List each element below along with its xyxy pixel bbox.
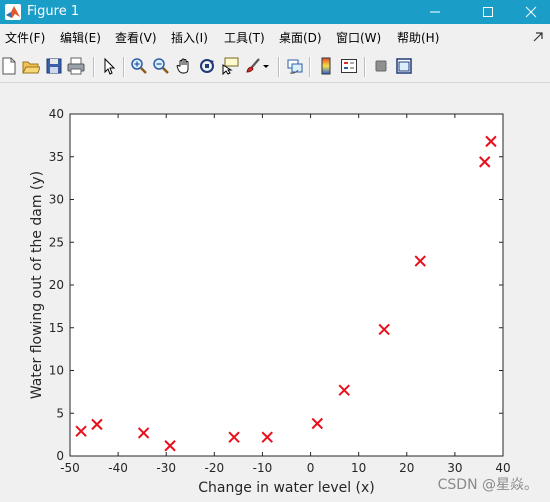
menu-tools[interactable]: 工具(T) [224,30,265,46]
colorbar-icon[interactable] [317,57,335,75]
x-tick-label: 0 [307,461,315,475]
window-title: Figure 1 [27,4,80,19]
zoom-in-icon[interactable] [130,57,148,75]
rotate-3d-icon[interactable] [198,57,216,75]
axes-box [69,113,504,457]
x-tick-label: 10 [351,461,366,475]
x-tick-label: 20 [399,461,414,475]
figure-canvas[interactable]: -50 -40 -30 -20 -10 0 10 20 30 40 0 5 10 15 20 25 30 35 4… [0,83,550,502]
hide-plot-tools-icon[interactable] [372,57,390,75]
maximize-button[interactable] [465,0,511,24]
menu-desktop[interactable]: 桌面(D) [279,30,322,46]
close-icon [525,6,537,18]
toolbar [0,52,550,83]
data-cursor-icon[interactable] [221,57,239,75]
x-tick-label: -20 [205,461,225,475]
watermark: CSDN @星焱。 [437,477,538,493]
menu-bar: 文件(F) 编辑(E) 查看(V) 插入(I) 工具(T) 桌面(D) 窗口(W… [0,24,550,52]
menu-help[interactable]: 帮助(H) [397,30,439,46]
menu-view[interactable]: 查看(V) [115,30,157,46]
y-tick-label: 15 [49,321,64,335]
zoom-out-icon[interactable] [152,57,170,75]
menu-insert[interactable]: 插入(I) [171,30,208,46]
y-tick-label: 40 [49,107,64,121]
pointer-icon[interactable] [100,57,118,75]
toolbar-separator [309,57,310,77]
x-tick-label: -40 [108,461,128,475]
menu-window[interactable]: 窗口(W) [336,30,381,46]
x-tick-label: 40 [495,461,510,475]
print-icon[interactable] [67,57,85,75]
y-tick-label: 30 [49,193,64,207]
toolbar-separator [93,57,94,77]
legend-icon[interactable] [340,57,358,75]
close-button[interactable] [508,0,550,24]
y-tick-label: 20 [49,278,64,292]
y-tick-label: 35 [49,150,64,164]
brush-icon[interactable] [244,57,262,75]
y-tick-label: 5 [56,406,64,420]
y-tick-label: 0 [56,449,64,463]
title-bar[interactable]: Figure 1 [0,0,550,24]
pan-hand-icon[interactable] [175,57,193,75]
maximize-icon [483,7,493,17]
x-tick-label: -10 [253,461,273,475]
save-icon[interactable] [45,57,63,75]
y-tick-label: 25 [49,235,64,249]
toolbar-separator [123,57,124,77]
menu-file[interactable]: 文件(F) [5,30,45,46]
x-axis-label: Change in water level (x) [198,480,375,496]
link-plot-icon[interactable] [286,57,304,75]
minimize-icon [430,11,440,13]
scatter-plot[interactable]: -50 -40 -30 -20 -10 0 10 20 30 40 0 5 10 15 20 25 30 35 4… [0,83,550,502]
x-tick-label: -30 [156,461,176,475]
matlab-logo-icon [5,4,21,20]
x-tick-label: -50 [60,461,80,475]
y-tick-label: 10 [49,364,64,378]
new-figure-icon[interactable] [0,57,18,75]
show-plot-tools-icon[interactable] [395,57,413,75]
toolbar-separator [364,57,365,77]
x-tick-label: 30 [447,461,462,475]
minimize-button[interactable] [412,0,458,24]
y-axis-label: Water flowing out of the dam (y) [29,171,45,399]
open-file-icon[interactable] [22,57,40,75]
toolbar-separator [278,57,279,77]
menu-edit[interactable]: 编辑(E) [60,30,101,46]
dock-arrow-icon[interactable] [532,31,544,43]
